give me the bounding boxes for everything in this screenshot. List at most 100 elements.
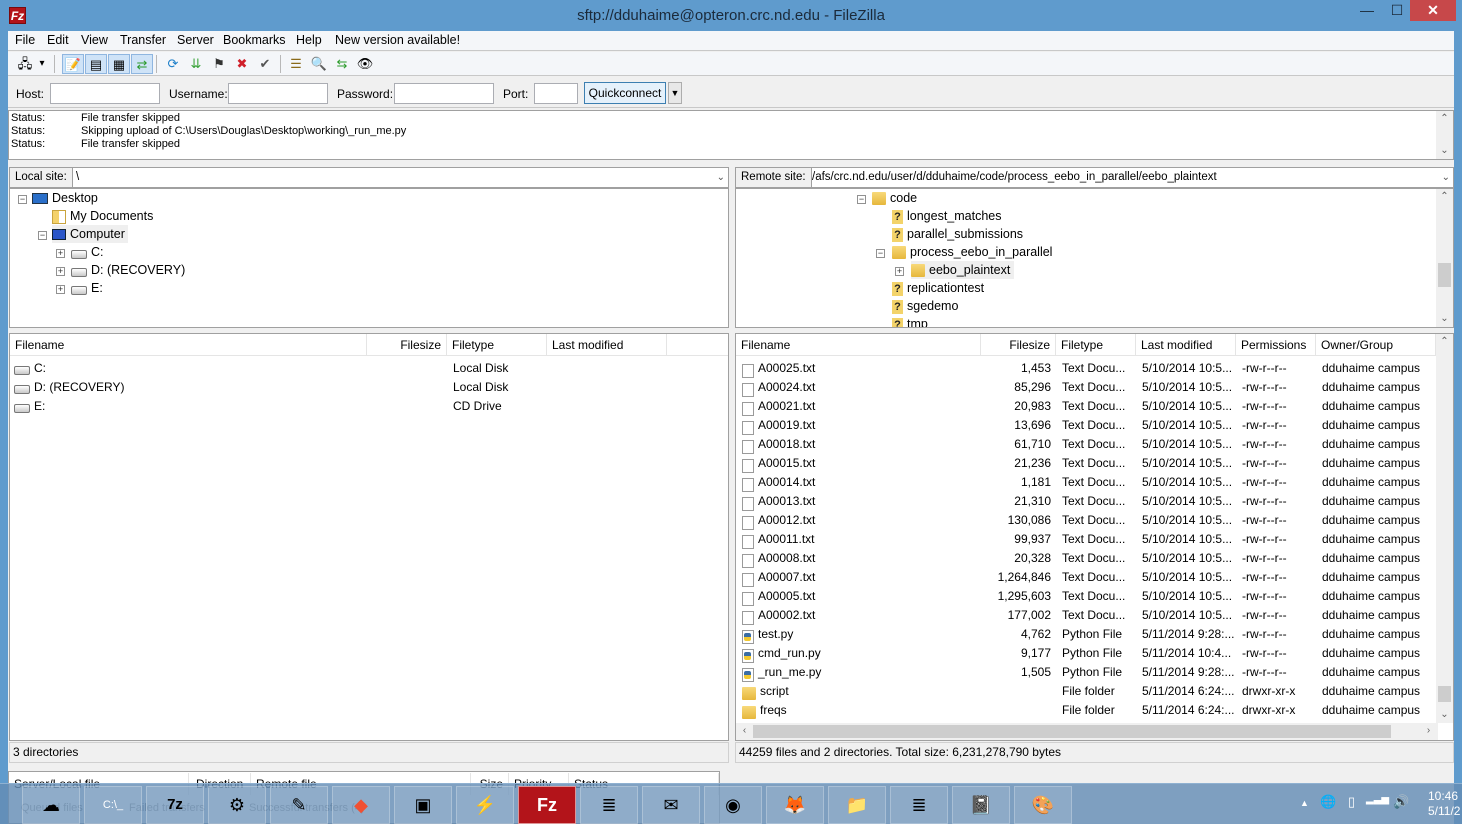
table-row[interactable]: C: Local Disk: [10, 359, 728, 378]
tree-item-sgedemo[interactable]: ? sgedemo: [892, 297, 958, 315]
scroll-left-icon[interactable]: ‹: [736, 723, 753, 739]
menu-file[interactable]: File: [15, 33, 35, 47]
tree-item-longest-matches[interactable]: ? longest_matches: [892, 207, 1002, 225]
log-scrollbar[interactable]: ⌃ ⌄: [1436, 111, 1453, 159]
signal-icon[interactable]: ▂▃▅: [1366, 794, 1389, 805]
taskbar-app-notepad-plus-plus[interactable]: ✎: [270, 786, 328, 824]
show-hidden-icons-icon[interactable]: ▲: [1300, 798, 1309, 808]
quickconnect-history-dropdown[interactable]: ▼: [668, 82, 682, 104]
chevron-down-icon[interactable]: ⌄: [1442, 168, 1450, 187]
username-input[interactable]: [228, 83, 328, 104]
collapse-icon[interactable]: −: [857, 195, 866, 204]
menu-view[interactable]: View: [81, 33, 108, 47]
table-row[interactable]: E: CD Drive: [10, 397, 728, 416]
tree-item-code[interactable]: code: [872, 189, 917, 207]
column-filename[interactable]: Filename: [10, 334, 367, 356]
disconnect-icon[interactable]: ✖: [231, 54, 253, 74]
table-row[interactable]: A00007.txt 1,264,846 Text Docu... 5/10/2014…: [736, 568, 1453, 587]
taskbar-app-file-explorer[interactable]: 📁: [828, 786, 886, 824]
taskbar-app-papers[interactable]: ✉: [642, 786, 700, 824]
taskbar-app-terminal[interactable]: ▣: [394, 786, 452, 824]
table-row[interactable]: A00014.txt 1,181 Text Docu... 5/10/2014 10:…: [736, 473, 1453, 492]
search-remote-icon[interactable]: 👁: [354, 54, 376, 74]
port-input[interactable]: [534, 83, 578, 104]
reconnect-icon[interactable]: ✔: [254, 54, 276, 74]
column-owner-group[interactable]: Owner/Group: [1316, 334, 1436, 356]
scroll-down-icon[interactable]: ⌄: [1436, 143, 1453, 159]
taskbar-app-document-viewer[interactable]: ≣: [580, 786, 638, 824]
tree-item-c-drive[interactable]: C:: [71, 243, 104, 261]
quickconnect-button[interactable]: Quickconnect: [584, 82, 666, 104]
column-filetype[interactable]: Filetype: [1056, 334, 1136, 356]
table-row[interactable]: A00025.txt 1,453 Text Docu... 5/10/2014 10:…: [736, 359, 1453, 378]
collapse-icon[interactable]: −: [38, 231, 47, 240]
table-row[interactable]: A00015.txt 21,236 Text Docu... 5/10/2014 10…: [736, 454, 1453, 473]
directory-comparison-icon[interactable]: ☰: [285, 54, 307, 74]
chevron-down-icon[interactable]: ⌄: [717, 168, 725, 187]
scroll-down-icon[interactable]: ⌄: [1436, 311, 1453, 327]
table-row[interactable]: cmd_run.py 9,177 Python File 5/11/2014 10:4…: [736, 644, 1453, 663]
table-row[interactable]: _run_me.py 1,505 Python File 5/11/2014 9:28…: [736, 663, 1453, 682]
toggle-local-tree-icon[interactable]: ▤: [85, 54, 107, 74]
scroll-up-icon[interactable]: ⌃: [1436, 334, 1453, 350]
table-row[interactable]: test.py 4,762 Python File 5/11/2014 9:28:..…: [736, 625, 1453, 644]
scroll-up-icon[interactable]: ⌃: [1436, 111, 1453, 127]
scroll-thumb[interactable]: [1438, 686, 1451, 702]
tree-item-computer[interactable]: Computer: [52, 225, 128, 243]
tree-item-d-drive[interactable]: D: (RECOVERY): [71, 261, 185, 279]
host-input[interactable]: [50, 83, 160, 104]
refresh-icon[interactable]: ⟳: [162, 54, 184, 74]
expand-icon[interactable]: +: [895, 267, 904, 276]
password-input[interactable]: [394, 83, 494, 104]
table-row[interactable]: freqs File folder 5/11/2014 6:24:... drwxr-…: [736, 701, 1453, 720]
collapse-icon[interactable]: −: [876, 249, 885, 258]
table-row[interactable]: A00002.txt 177,002 Text Docu... 5/10/2014 1…: [736, 606, 1453, 625]
scroll-down-icon[interactable]: ⌄: [1436, 707, 1453, 723]
tree-item-desktop[interactable]: Desktop: [32, 189, 98, 207]
column-filename[interactable]: Filename: [736, 334, 981, 356]
taskbar-app-chrome[interactable]: ◉: [704, 786, 762, 824]
table-row[interactable]: A00021.txt 20,983 Text Docu... 5/10/2014 10…: [736, 397, 1453, 416]
expand-icon[interactable]: +: [56, 249, 65, 258]
menu-transfer[interactable]: Transfer: [120, 33, 166, 47]
cancel-operation-icon[interactable]: ⚑: [208, 54, 230, 74]
taskbar-app-remote-desktop[interactable]: ⚡: [456, 786, 514, 824]
close-button[interactable]: ✕: [1410, 0, 1456, 21]
scroll-thumb[interactable]: [1438, 263, 1451, 287]
tree-item-parallel-submissions[interactable]: ? parallel_submissions: [892, 225, 1023, 243]
menu-bookmarks[interactable]: Bookmarks: [223, 33, 286, 47]
filename-filters-icon[interactable]: 🔍: [308, 54, 330, 74]
expand-icon[interactable]: +: [56, 285, 65, 294]
expand-icon[interactable]: +: [56, 267, 65, 276]
column-filetype[interactable]: Filetype: [447, 334, 547, 356]
column-filesize[interactable]: Filesize: [981, 334, 1056, 356]
table-row[interactable]: A00024.txt 85,296 Text Docu... 5/10/2014 10…: [736, 378, 1453, 397]
tree-item-replicationtest[interactable]: ? replicationtest: [892, 279, 984, 297]
site-manager-icon[interactable]: 🖧: [14, 54, 36, 74]
table-row[interactable]: A00011.txt 99,937 Text Docu... 5/10/2014 10…: [736, 530, 1453, 549]
taskbar-app-control-panel[interactable]: ⚙: [208, 786, 266, 824]
tree-item-process-eebo-in-parallel[interactable]: process_eebo_in_parallel: [892, 243, 1052, 261]
remote-list-scrollbar[interactable]: ⌃ ⌄: [1436, 334, 1453, 723]
column-last-modified[interactable]: Last modified: [1136, 334, 1236, 356]
taskbar-app-git[interactable]: ◆: [332, 786, 390, 824]
remote-site-input[interactable]: /afs/crc.nd.edu/user/d/dduhaime/code/pro…: [812, 168, 1217, 187]
tree-item-e-drive[interactable]: E:: [71, 279, 103, 297]
taskbar-app-command-prompt[interactable]: C:\_: [84, 786, 142, 824]
minimize-button[interactable]: —: [1352, 0, 1382, 21]
scroll-right-icon[interactable]: ›: [1420, 723, 1437, 739]
maximize-button[interactable]: ☐: [1382, 0, 1412, 21]
taskbar-app-7zip[interactable]: 7z: [146, 786, 204, 824]
site-manager-dropdown-icon[interactable]: ▾: [36, 54, 48, 74]
tree-item-eebo-plaintext[interactable]: eebo_plaintext: [911, 261, 1015, 279]
column-filesize[interactable]: Filesize: [367, 334, 447, 356]
table-row[interactable]: A00013.txt 21,310 Text Docu... 5/10/2014 10…: [736, 492, 1453, 511]
taskbar-app-filezilla[interactable]: Fz: [518, 786, 576, 824]
taskbar-app-paint[interactable]: 🎨: [1014, 786, 1072, 824]
process-queue-icon[interactable]: ⇊: [185, 54, 207, 74]
tree-item-my-documents[interactable]: My Documents: [52, 207, 153, 225]
column-last-modified[interactable]: Last modified: [547, 334, 667, 356]
collapse-icon[interactable]: −: [18, 195, 27, 204]
tree-item-tmp[interactable]: ? tmp: [892, 315, 928, 327]
scroll-up-icon[interactable]: ⌃: [1436, 189, 1453, 205]
